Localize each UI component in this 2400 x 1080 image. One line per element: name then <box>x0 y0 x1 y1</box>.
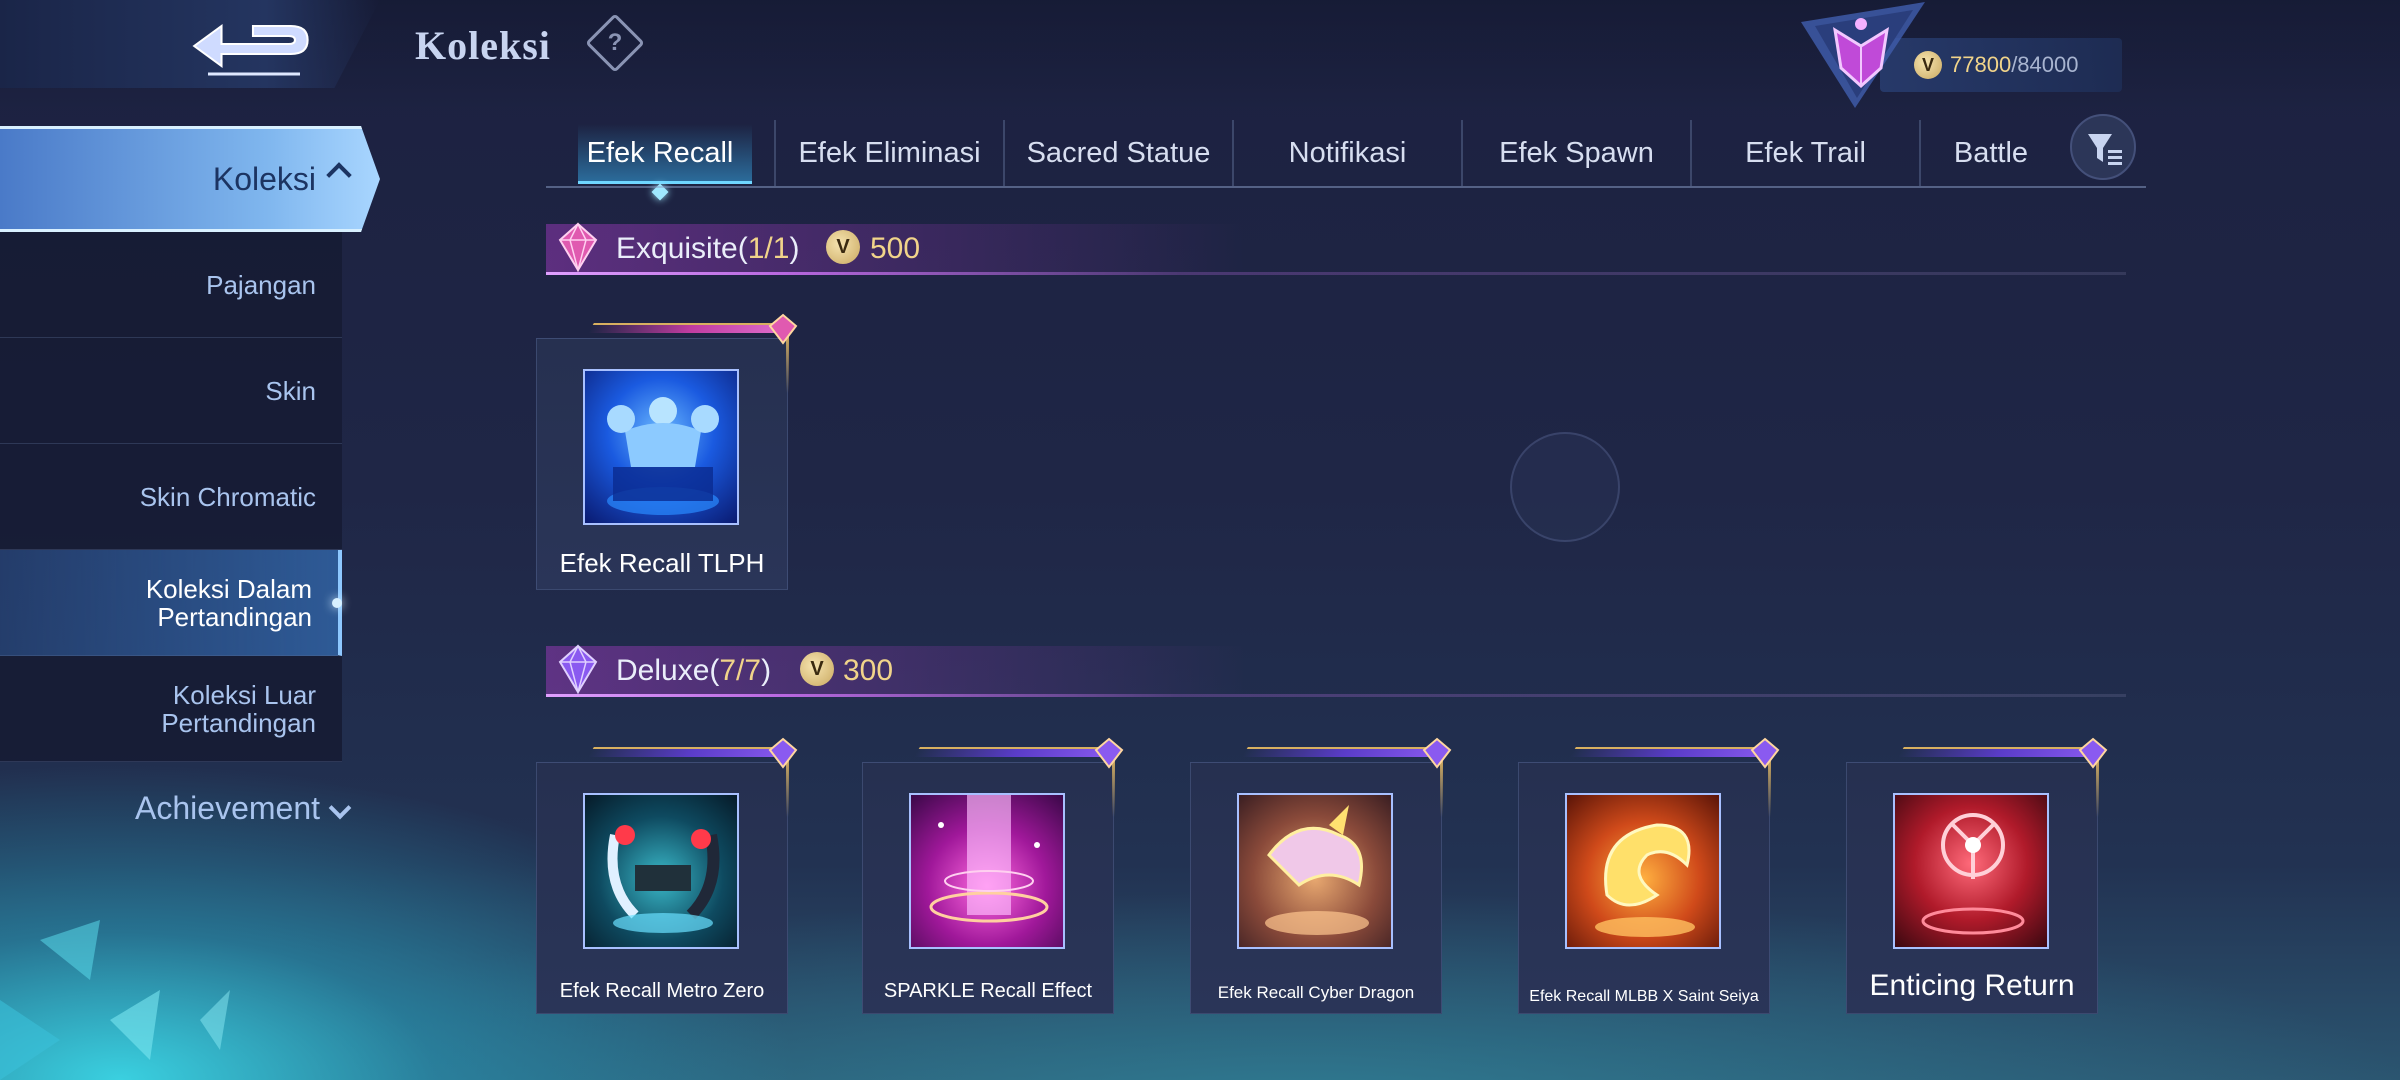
recall-cyber-dragon-thumbnail <box>1237 793 1393 949</box>
recall-tlph-thumbnail <box>583 369 739 525</box>
card-label: Efek Recall MLBB X Saint Seiya <box>1529 988 1759 1005</box>
filter-button[interactable] <box>2070 114 2136 180</box>
collection-card-recall-cyber-dragon[interactable]: Efek Recall Cyber Dragon <box>1190 737 1452 1014</box>
deluxe-price: 300 <box>843 654 894 687</box>
deluxe-close-paren: ) <box>761 654 772 687</box>
recall-metro-zero-thumbnail <box>583 793 739 949</box>
exquisite-divider <box>546 272 2126 275</box>
exquisite-coin-icon: V <box>826 230 860 264</box>
exquisite-close-paren: ) <box>789 232 800 265</box>
deluxe-gem-icon <box>1750 737 1780 769</box>
exquisite-label: Exquisite( <box>616 232 748 265</box>
back-arrow-icon <box>192 23 309 76</box>
tab-sacred-statue[interactable]: Sacred Statue <box>1005 120 1234 186</box>
deluxe-coin-icon: V <box>800 652 834 686</box>
sidebar-item-label: Koleksi Luar Pertandingan <box>161 679 316 738</box>
card-label: Enticing Return <box>1869 969 2075 1002</box>
tab-label: Battle <box>1953 137 2029 169</box>
chevron-down-icon <box>328 796 352 820</box>
tab-label: Sacred Statue <box>1026 137 1211 169</box>
category-tabs: Efek Recall Efek Eliminasi Sacred Statue… <box>546 120 2146 201</box>
sidebar-achievement[interactable]: Achievement <box>0 790 320 827</box>
currency-value: 77800 <box>1950 52 2012 77</box>
exquisite-gem-icon <box>768 313 798 345</box>
deluxe-title: Deluxe(7/7) <box>616 654 771 688</box>
sidebar-submenu: Pajangan Skin Skin Chromatic Koleksi Dal… <box>0 232 342 762</box>
card-label: Efek Recall Cyber Dragon <box>1217 983 1415 1002</box>
sidebar-item-skin[interactable]: Skin <box>0 338 342 444</box>
tab-efek-spawn[interactable]: Efek Spawn <box>1463 120 1692 186</box>
collection-card-enticing-return[interactable]: Enticing Return <box>1846 737 2108 1014</box>
sidebar-item-koleksi-dalam-pertandingan[interactable]: Koleksi Dalam Pertandingan <box>0 550 342 656</box>
currency-max: /84000 <box>2011 52 2079 77</box>
card-label: SPARKLE Recall Effect <box>883 980 1093 1002</box>
card-ribbon <box>1242 747 1448 757</box>
deluxe-divider <box>546 694 2126 697</box>
background-ring <box>1510 432 1620 542</box>
sidebar-item-label: Koleksi Dalam Pertandingan <box>145 573 312 632</box>
card-label: Efek Recall TLPH <box>559 548 765 578</box>
card-ribbon <box>588 323 794 333</box>
card-ribbon <box>914 747 1120 757</box>
filter-icon <box>2088 134 2122 165</box>
collection-card-recall-metro-zero[interactable]: Efek Recall Metro Zero <box>536 737 798 1014</box>
deluxe-label: Deluxe( <box>616 654 720 687</box>
tab-notifikasi[interactable]: Notifikasi <box>1234 120 1463 186</box>
sparkle-recall-thumbnail <box>909 793 1065 949</box>
coin-glyph: V <box>826 230 860 264</box>
decorative-shards <box>0 920 230 1080</box>
sidebar-item-koleksi-luar-pertandingan[interactable]: Koleksi Luar Pertandingan <box>0 656 342 762</box>
tab-divider <box>546 186 2146 188</box>
back-button[interactable] <box>190 12 320 76</box>
tab-label: Notifikasi <box>1288 137 1407 169</box>
sidebar-koleksi-label[interactable]: Koleksi <box>0 126 316 232</box>
card-label: Efek Recall Metro Zero <box>559 980 765 1002</box>
deluxe-count: 7/7 <box>719 654 762 687</box>
collection-card-efek-recall-tlph[interactable]: Efek Recall TLPH <box>536 313 798 590</box>
deluxe-gem-icon <box>2078 737 2108 769</box>
exquisite-title: Exquisite(1/1) <box>616 232 799 266</box>
page-title: Koleksi <box>415 23 551 68</box>
collection-card-recall-mlbb-saint-seiya[interactable]: Efek Recall MLBB X Saint Seiya <box>1518 737 1780 1014</box>
card-ribbon <box>1898 747 2104 757</box>
deluxe-gem-icon <box>1422 737 1452 769</box>
tab-efek-recall[interactable]: Efek Recall <box>546 120 776 201</box>
coin-glyph: V <box>800 652 834 686</box>
deluxe-gem-icon <box>768 737 798 769</box>
rank-emblem-icon[interactable] <box>1795 2 1935 110</box>
exquisite-count: 1/1 <box>747 232 790 265</box>
sidebar-item-pajangan[interactable]: Pajangan <box>0 232 342 338</box>
recall-saint-seiya-thumbnail <box>1565 793 1721 949</box>
tab-efek-eliminasi[interactable]: Efek Eliminasi <box>776 120 1005 186</box>
card-ribbon <box>1570 747 1776 757</box>
deluxe-gem-icon <box>556 644 600 695</box>
tab-label: Efek Spawn <box>1499 137 1654 169</box>
tab-label: Efek Trail <box>1745 137 1866 169</box>
enticing-return-thumbnail <box>1893 793 2049 949</box>
help-glyph: ? <box>607 29 623 56</box>
tab-battle[interactable]: Battle <box>1921 120 2061 186</box>
collection-card-sparkle-recall-effect[interactable]: SPARKLE Recall Effect <box>862 737 1124 1014</box>
deluxe-gem-icon <box>1094 737 1124 769</box>
sidebar-item-skin-chromatic[interactable]: Skin Chromatic <box>0 444 342 550</box>
exquisite-price: 500 <box>870 232 921 265</box>
card-ribbon <box>588 747 794 757</box>
tab-label: Efek Recall <box>586 137 734 169</box>
tab-label: Efek Eliminasi <box>798 137 981 169</box>
tab-efek-trail[interactable]: Efek Trail <box>1692 120 1921 186</box>
exquisite-gem-icon <box>556 222 600 273</box>
